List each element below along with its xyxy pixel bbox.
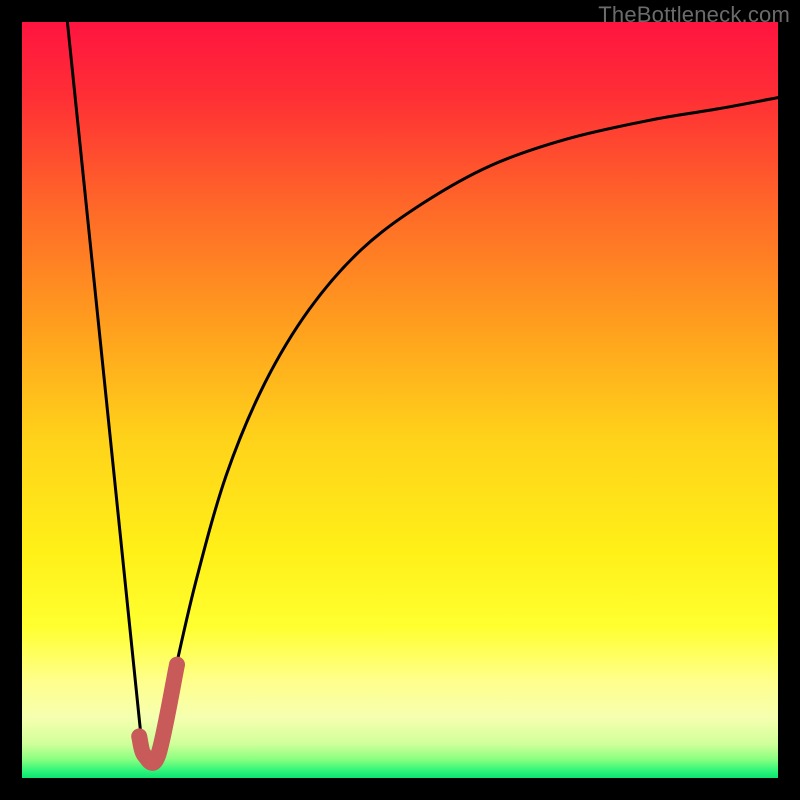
- curves-layer: [22, 22, 778, 778]
- plot-area: [22, 22, 778, 778]
- watermark-text: TheBottleneck.com: [598, 2, 790, 28]
- left-falling-line: [67, 22, 143, 755]
- accent-j-stroke: [139, 665, 177, 763]
- right-rising-curve: [158, 98, 778, 756]
- chart-frame: TheBottleneck.com: [0, 0, 800, 800]
